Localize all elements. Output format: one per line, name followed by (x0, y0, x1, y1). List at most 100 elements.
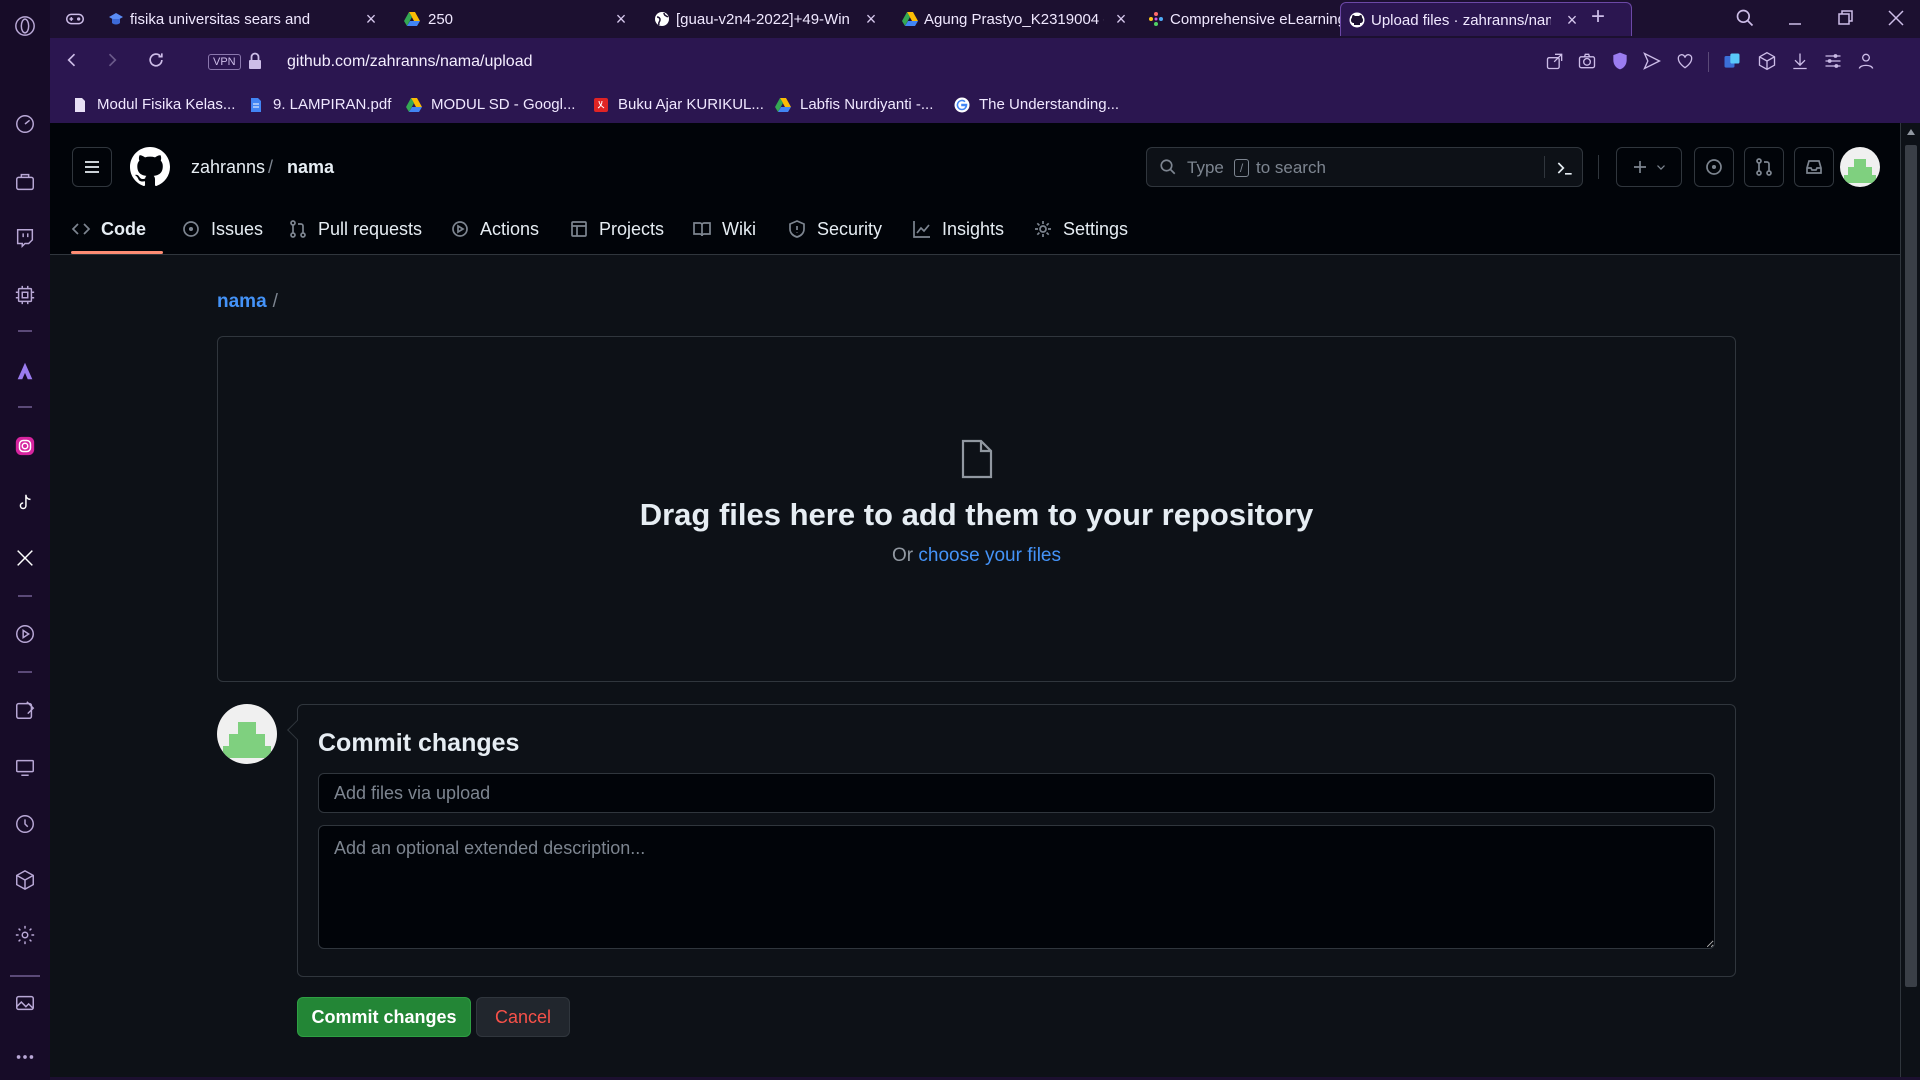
bookmark-item[interactable]: 9. LAMPIRAN.pdf (248, 96, 391, 113)
drop-zone-subtitle: Or choose your files (218, 545, 1735, 567)
twitch-icon[interactable] (13, 226, 37, 250)
tab-close-icon[interactable]: × (362, 10, 380, 28)
minimize-icon[interactable] (1785, 8, 1805, 28)
graph-icon (913, 221, 930, 238)
workspace-gamepad-icon[interactable] (64, 8, 86, 30)
menu-button[interactable] (72, 147, 112, 187)
extension-icon[interactable] (1722, 51, 1742, 71)
scrollbar-thumb[interactable] (1905, 145, 1917, 987)
search-icon (1160, 159, 1176, 175)
commit-changes-button[interactable]: Commit changes (297, 997, 471, 1037)
tab-close-icon[interactable]: × (612, 10, 630, 28)
cancel-button[interactable]: Cancel (476, 997, 570, 1037)
tab-label: Insights (942, 218, 1005, 239)
create-new-button[interactable] (1616, 147, 1682, 187)
restore-icon[interactable] (1836, 8, 1856, 28)
address-bar-row: VPN github.com/zahranns/nama/upload (50, 38, 1920, 87)
tab-close-icon[interactable]: × (1563, 11, 1581, 29)
extensions-box-icon[interactable] (1757, 51, 1777, 71)
commit-description-textarea[interactable] (318, 825, 1715, 949)
tab-wiki[interactable]: Wiki (692, 215, 756, 243)
new-tab-plus-icon[interactable]: + (1591, 5, 1613, 29)
scroll-up-arrow-icon[interactable] (1906, 128, 1916, 136)
search-input[interactable]: Type / to search (1146, 147, 1583, 187)
easy-setup-icon[interactable] (13, 755, 37, 779)
opera-logo-icon[interactable] (13, 14, 37, 38)
settings-gear-icon[interactable] (13, 923, 37, 947)
bookmark-item[interactable]: The Understanding... (954, 96, 1119, 113)
camera-icon[interactable] (1577, 51, 1597, 71)
browser-tab[interactable]: Agung Prastyo_K2319004 - × (890, 2, 1140, 36)
user-avatar[interactable] (1840, 147, 1880, 187)
pinboard-icon[interactable] (13, 698, 37, 722)
tab-close-icon[interactable]: × (1112, 10, 1130, 28)
tab-actions[interactable]: Actions (450, 215, 539, 243)
tab-insights[interactable]: Insights (912, 215, 1004, 243)
tab-issues[interactable]: Issues (181, 215, 263, 243)
pull-requests-button[interactable] (1744, 147, 1784, 187)
header-divider (1598, 155, 1599, 179)
bookmark-item[interactable]: Labfis Nurdiyanti -... (775, 96, 933, 113)
reload-icon[interactable] (146, 50, 170, 74)
adblock-shield-icon[interactable] (1610, 51, 1630, 71)
tab-settings[interactable]: Settings (1033, 215, 1128, 243)
bookmark-item[interactable]: MODUL SD - Googl... (406, 96, 575, 113)
more-icon[interactable] (13, 1045, 37, 1069)
inbox-button[interactable] (1794, 147, 1834, 187)
url-field[interactable]: github.com/zahranns/nama/upload (287, 53, 533, 71)
toolbar-divider (1708, 52, 1709, 72)
tab-search-icon[interactable] (1735, 8, 1755, 28)
sidebar-divider (18, 406, 32, 408)
send-icon[interactable] (1642, 51, 1662, 71)
x-twitter-icon[interactable] (13, 546, 37, 570)
google-drive-icon (406, 97, 422, 112)
browser-sidebar (0, 0, 50, 1080)
briefcase-icon[interactable] (13, 170, 37, 194)
page-scrollbar[interactable] (1900, 123, 1920, 1077)
browser-tab[interactable]: 250 × (390, 2, 640, 36)
tab-close-icon[interactable]: × (862, 10, 880, 28)
profile-icon[interactable] (1856, 51, 1876, 71)
forward-icon[interactable] (102, 50, 126, 74)
browser-tab[interactable]: fisika universitas sears and × (100, 2, 390, 36)
chip-icon[interactable] (13, 283, 37, 307)
download-icon[interactable] (1790, 51, 1810, 71)
github-logo-icon[interactable] (130, 147, 170, 187)
history-icon[interactable] (13, 812, 37, 836)
bookmark-item[interactable]: Modul Fisika Kelas... (72, 96, 235, 113)
tab-pull-requests[interactable]: Pull requests (288, 215, 422, 243)
commit-summary-input[interactable] (318, 773, 1715, 813)
back-icon[interactable] (62, 50, 86, 74)
instagram-icon[interactable] (13, 434, 37, 458)
breadcrumb-repo-link[interactable]: nama (217, 291, 267, 312)
browser-tab[interactable]: [guau-v2n4-2022]+49-Win × (640, 2, 890, 36)
tiktok-icon[interactable] (13, 491, 37, 515)
speed-dial-icon[interactable] (13, 112, 37, 136)
browser-tab-active[interactable]: Upload files · zahranns/nam × (1340, 2, 1632, 36)
tab-projects[interactable]: Projects (569, 215, 664, 243)
issues-button[interactable] (1694, 147, 1734, 187)
extensions-cube-icon[interactable] (13, 868, 37, 892)
tab-code[interactable]: Code (71, 215, 146, 243)
player-icon[interactable] (13, 622, 37, 646)
heart-icon[interactable] (1675, 51, 1695, 71)
gallery-icon[interactable] (13, 991, 37, 1015)
inbox-icon (1806, 160, 1822, 174)
repo-name-link[interactable]: nama (287, 157, 334, 178)
bookmark-item[interactable]: Buku Ajar KURIKUL... (593, 96, 764, 113)
tab-security[interactable]: Security (787, 215, 882, 243)
tab-label: Wiki (722, 218, 756, 239)
identicon-avatar-icon (1840, 147, 1880, 187)
repo-owner-link[interactable]: zahranns (191, 157, 265, 178)
file-drop-zone[interactable]: Drag files here to add them to your repo… (217, 336, 1736, 682)
command-palette-icon[interactable] (1555, 158, 1575, 178)
vpn-badge[interactable]: VPN (208, 54, 241, 70)
aria-icon[interactable] (13, 359, 37, 383)
choose-files-link[interactable]: choose your files (918, 545, 1061, 566)
lock-icon[interactable] (247, 52, 263, 70)
easy-setup-sliders-icon[interactable] (1823, 51, 1843, 71)
close-window-icon[interactable] (1886, 8, 1906, 28)
share-icon[interactable] (1545, 51, 1565, 71)
search-placeholder-suffix: to search (1256, 158, 1326, 177)
play-icon (452, 221, 468, 237)
